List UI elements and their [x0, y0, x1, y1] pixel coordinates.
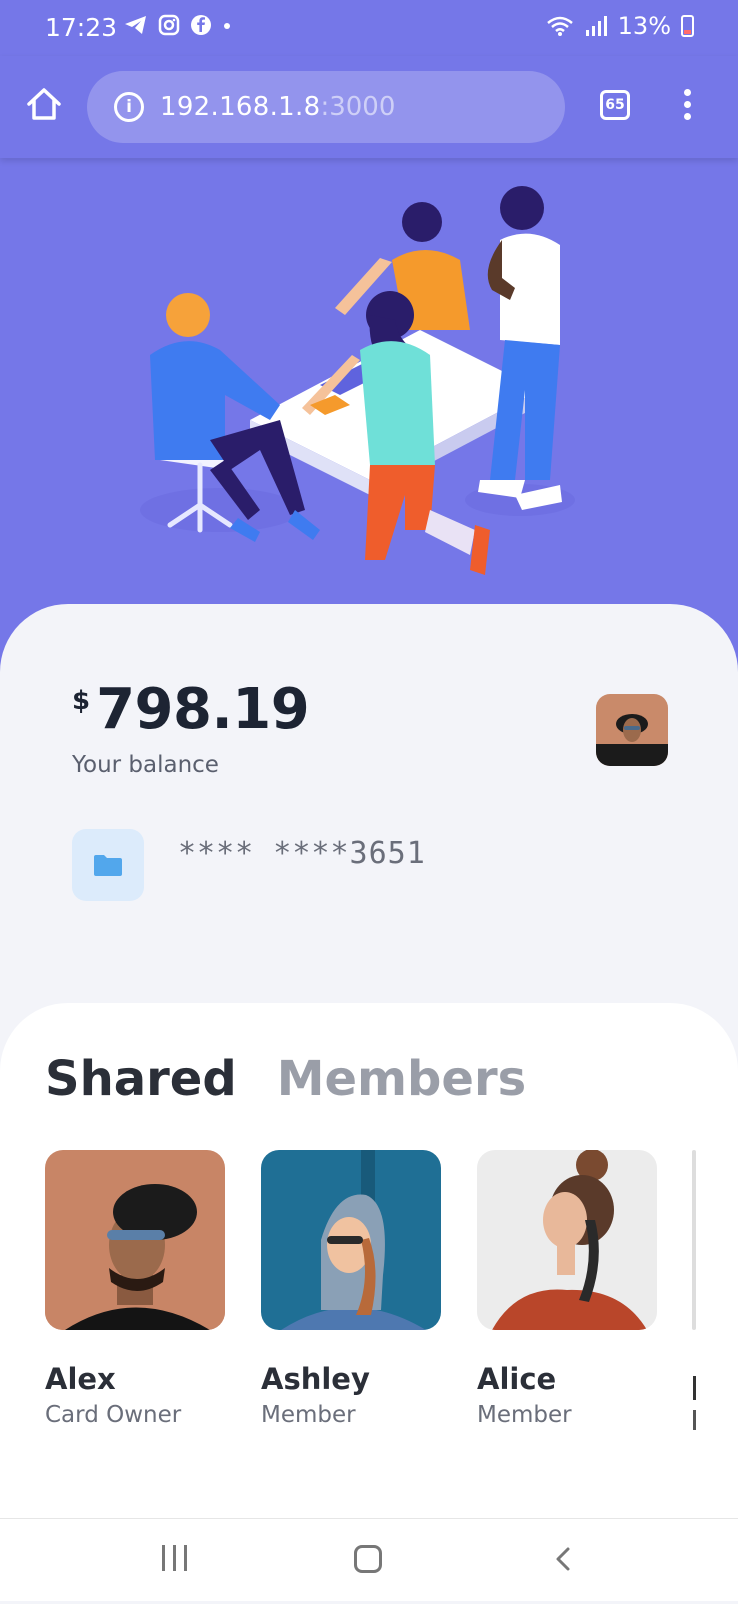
- avatar-image: [596, 694, 668, 766]
- member-role: Member: [261, 1402, 356, 1428]
- next-member-peek[interactable]: [692, 1150, 696, 1330]
- card-chip[interactable]: [72, 829, 144, 901]
- member-name: Alex: [45, 1362, 116, 1396]
- home-icon[interactable]: [24, 84, 64, 124]
- balance-display: $ 798.19: [72, 677, 310, 742]
- member-photo: [45, 1150, 225, 1330]
- url-port: :3000: [320, 92, 396, 122]
- instagram-icon: [158, 14, 180, 36]
- team-illustration: [140, 186, 575, 575]
- members-header: Shared Members: [45, 1051, 526, 1107]
- member-photo: [261, 1150, 441, 1330]
- wifi-icon: [546, 16, 573, 36]
- status-right: 13%: [546, 12, 694, 40]
- profile-avatar[interactable]: [596, 694, 668, 766]
- home-nav-icon[interactable]: [354, 1545, 382, 1573]
- facebook-icon: [191, 15, 211, 35]
- system-nav-bar: [0, 1518, 738, 1601]
- next-member-name-peek: [693, 1376, 696, 1400]
- signal-icon: [585, 16, 607, 36]
- tab-switcher-button[interactable]: 65: [600, 90, 630, 120]
- members-sheet: Shared Members Alex Card Owner Ashley Me…: [0, 1003, 738, 1523]
- telegram-icon: [125, 16, 146, 34]
- battery-percent: 13%: [617, 12, 671, 40]
- info-icon[interactable]: i: [114, 92, 144, 122]
- member-list: Alex Card Owner Ashley Member Alice Memb…: [45, 1150, 657, 1428]
- back-icon[interactable]: [550, 1545, 578, 1573]
- next-member-role-peek: [693, 1410, 696, 1430]
- member-name: Alice: [477, 1362, 557, 1396]
- member-card-ashley[interactable]: Ashley Member: [261, 1150, 441, 1428]
- member-card-alex[interactable]: Alex Card Owner: [45, 1150, 225, 1428]
- currency-symbol: $: [72, 686, 91, 716]
- overflow-menu-icon[interactable]: [680, 89, 694, 125]
- status-notification-icons: [124, 14, 232, 36]
- battery-icon: [681, 15, 694, 37]
- member-name: Ashley: [261, 1362, 370, 1396]
- title-shared: Shared: [45, 1051, 237, 1107]
- masked-card-number: **** ****3651: [178, 836, 426, 871]
- status-bar: 17:23 13%: [0, 0, 738, 56]
- address-bar[interactable]: i 192.168.1.8:3000: [87, 71, 565, 143]
- balance-label: Your balance: [72, 752, 219, 778]
- status-time: 17:23: [45, 13, 118, 42]
- member-role: Member: [477, 1402, 572, 1428]
- dot-icon: [224, 23, 230, 29]
- recents-icon[interactable]: [162, 1545, 187, 1571]
- url-host: 192.168.1.8: [160, 92, 321, 122]
- browser-toolbar: i 192.168.1.8:3000 65: [0, 56, 738, 158]
- title-members: Members: [276, 1051, 527, 1107]
- member-role: Card Owner: [45, 1402, 182, 1428]
- balance-amount: 798.19: [96, 677, 310, 742]
- member-photo: [477, 1150, 657, 1330]
- member-card-alice[interactable]: Alice Member: [477, 1150, 657, 1428]
- folder-icon: [94, 855, 122, 876]
